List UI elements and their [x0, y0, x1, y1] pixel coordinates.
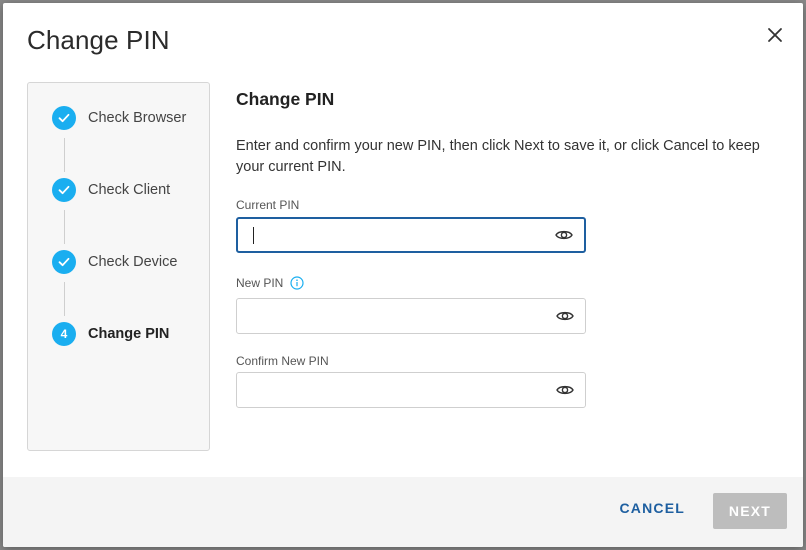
- cancel-button[interactable]: CANCEL: [619, 500, 685, 516]
- confirm-pin-input[interactable]: [251, 373, 541, 407]
- change-pin-form: Change PIN Enter and confirm your new PI…: [236, 89, 781, 408]
- text-caret: [253, 227, 254, 244]
- step-complete-indicator: [52, 178, 76, 202]
- step-check-client: Check Client: [52, 178, 170, 202]
- stepper: Check Browser Check Client Check Device …: [27, 82, 210, 451]
- confirm-pin-label: Confirm New PIN: [236, 354, 329, 368]
- new-pin-label-row: New PIN: [236, 276, 304, 290]
- check-icon: [58, 185, 70, 195]
- step-check-browser: Check Browser: [52, 106, 186, 130]
- step-label: Check Device: [88, 254, 178, 270]
- close-icon: [768, 28, 782, 42]
- info-icon[interactable]: [290, 276, 304, 290]
- check-icon: [58, 113, 70, 123]
- eye-icon[interactable]: [555, 228, 573, 242]
- dialog-footer: CANCEL NEXT: [3, 477, 803, 547]
- form-title: Change PIN: [236, 89, 335, 109]
- current-pin-label: Current PIN: [236, 198, 300, 212]
- step-change-pin: 4 Change PIN: [52, 322, 169, 346]
- step-complete-indicator: [52, 250, 76, 274]
- close-button[interactable]: [763, 23, 787, 47]
- step-complete-indicator: [52, 106, 76, 130]
- current-pin-input[interactable]: [252, 219, 542, 251]
- step-check-device: Check Device: [52, 250, 177, 274]
- step-label: Check Client: [88, 182, 171, 198]
- step-connector: [64, 138, 65, 172]
- dialog-title: Change PIN: [27, 25, 170, 55]
- form-description: Enter and confirm your new PIN, then cli…: [236, 138, 760, 175]
- step-connector: [64, 282, 65, 316]
- change-pin-dialog: Change PIN Check Browser Check Client Ch…: [3, 3, 803, 547]
- check-icon: [58, 257, 70, 267]
- new-pin-input[interactable]: [251, 299, 541, 333]
- next-button[interactable]: NEXT: [713, 493, 787, 529]
- step-number-badge: 4: [52, 322, 76, 346]
- step-label: Check Browser: [88, 110, 187, 126]
- eye-icon[interactable]: [556, 383, 574, 397]
- new-pin-field[interactable]: [236, 298, 586, 334]
- step-connector: [64, 210, 65, 244]
- step-label-active: Change PIN: [88, 326, 170, 342]
- confirm-pin-field[interactable]: [236, 372, 586, 408]
- new-pin-label: New PIN: [236, 276, 284, 290]
- current-pin-field[interactable]: [236, 217, 586, 253]
- eye-icon[interactable]: [556, 309, 574, 323]
